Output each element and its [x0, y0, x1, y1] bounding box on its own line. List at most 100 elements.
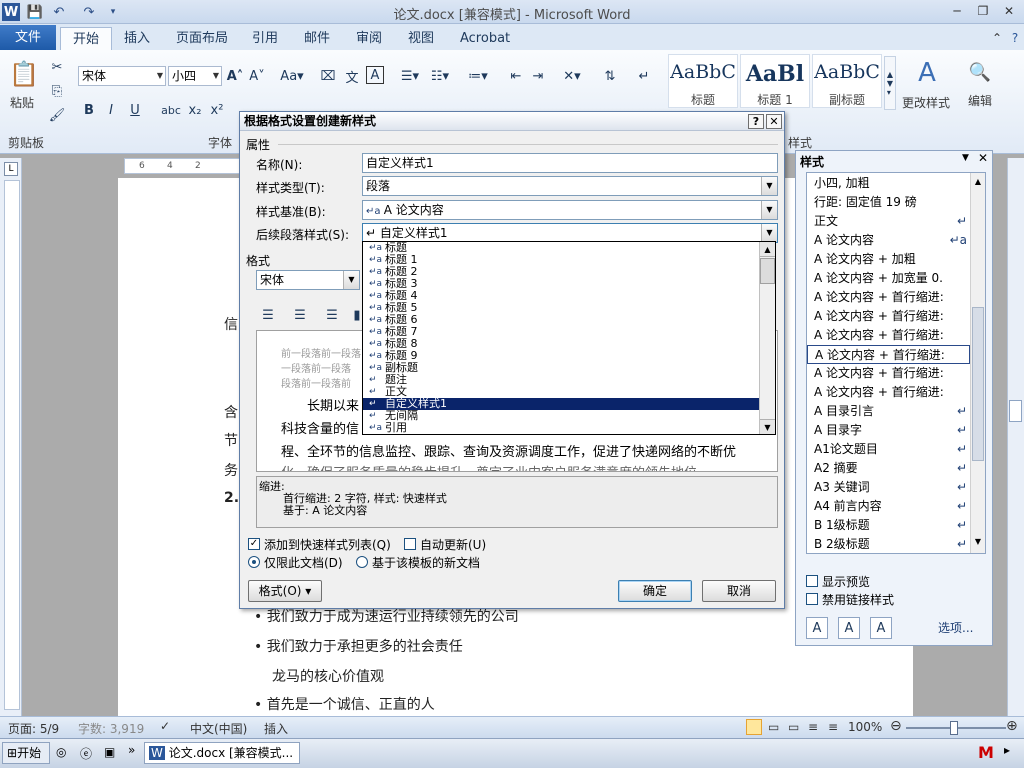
dropdown-item[interactable]: ↵a 标题 9 — [363, 350, 759, 362]
new-documents-row[interactable]: 基于该模板的新文档 — [356, 554, 486, 570]
zoom-out-icon[interactable]: ⊖ — [890, 718, 902, 734]
align-center-icon[interactable]: ☰ — [290, 306, 310, 324]
options-link[interactable]: 选项... — [938, 619, 973, 636]
based-on-select[interactable]: ↵a A 论文内容 ▼ — [362, 200, 778, 220]
multilevel-list-icon[interactable]: ≔▾ — [466, 66, 490, 86]
minimize-icon[interactable]: ─ — [948, 2, 966, 20]
add-quick-style-checkbox[interactable]: ✓ — [248, 538, 260, 550]
help-icon[interactable]: ? — [1006, 29, 1024, 47]
align-right-icon[interactable]: ☰ — [322, 306, 342, 324]
pane-menu-icon[interactable]: ▼ — [962, 153, 969, 163]
phonetic-guide-icon[interactable]: 文 — [342, 66, 362, 86]
word-count[interactable]: 字数: 3,919 — [78, 720, 144, 737]
find-icon[interactable]: 🔍 — [966, 58, 994, 86]
sort-icon[interactable]: ⇅ — [600, 66, 620, 86]
clear-format-icon[interactable]: ⌧ — [318, 66, 338, 86]
styles-scroll-thumb[interactable] — [972, 307, 984, 461]
style-type-select[interactable]: 段落 ▼ — [362, 176, 778, 196]
dropdown-item[interactable]: ↵a 标题 8 — [363, 338, 759, 350]
dropdown-item[interactable]: ↵a 标题 3 — [363, 278, 759, 290]
copy-icon[interactable]: ⎘ — [48, 82, 66, 100]
style-list-item[interactable]: A 论文内容 + 首行缩进: — [807, 288, 970, 307]
language-indicator[interactable]: 中文(中国) — [190, 720, 247, 737]
style-gallery-item[interactable]: AaBbC 副标题 — [812, 54, 882, 108]
style-list-item[interactable]: A 论文内容 + 首行缩进: — [807, 364, 970, 383]
tab-home[interactable]: 开始 — [60, 27, 113, 50]
name-input[interactable]: 自定义样式1 — [362, 153, 778, 173]
restore-icon[interactable]: ❐ — [974, 2, 992, 20]
tab-review[interactable]: 审阅 — [344, 27, 394, 50]
font-name-combo[interactable]: 宋体 ▼ — [78, 66, 166, 86]
style-list-item[interactable]: 小四, 加粗 — [807, 174, 970, 193]
style-list-item[interactable]: A 目录字 ↵ — [807, 421, 970, 440]
scroll-up-icon[interactable]: ▲ — [972, 175, 984, 189]
cut-icon[interactable]: ✂ — [48, 58, 66, 76]
dropdown-item[interactable]: ↵ 自定义样式1 — [363, 398, 759, 410]
dialog-close-button[interactable]: ✕ — [766, 114, 782, 129]
superscript-icon[interactable]: x² — [208, 100, 226, 120]
numbering-icon[interactable]: ☷▾ — [428, 66, 452, 86]
show-marks-icon[interactable]: ↵ — [634, 66, 654, 86]
outline-icon[interactable]: ≡ — [808, 720, 818, 734]
font-size-combo[interactable]: 小四 ▼ — [168, 66, 222, 86]
style-list-item[interactable]: B 1级标题 ↵ — [807, 516, 970, 535]
format-painter-icon[interactable]: 🖌 — [48, 106, 66, 124]
tab-page-layout[interactable]: 页面布局 — [164, 27, 240, 50]
next-style-select[interactable]: ↵ 自定义样式1 ▼ — [362, 223, 778, 243]
dropdown-item[interactable]: ↵ 无间隔 — [363, 410, 759, 422]
tab-insert[interactable]: 插入 — [112, 27, 162, 50]
auto-update-checkbox[interactable] — [404, 538, 416, 550]
tab-mailings[interactable]: 邮件 — [292, 27, 342, 50]
insert-mode[interactable]: 插入 — [264, 720, 288, 737]
add-quick-style-row[interactable]: ✓ 添加到快速样式列表(Q) — [248, 536, 398, 552]
dropdown-item[interactable]: ↵a 标题 2 — [363, 266, 759, 278]
underline-icon[interactable]: U — [126, 100, 144, 120]
bullets-icon[interactable]: ☰▾ — [398, 66, 422, 86]
next-style-dropdown-list[interactable]: ↵a 标题 ↵a 标题 1 ↵a 标题 2 ↵a 标题 3 ↵a 标题 4 ↵a 标题 5 ↵a 标题 6… — [362, 241, 776, 435]
dropdown-item[interactable]: ↵a 引用 — [363, 422, 759, 434]
tab-references[interactable]: 引用 — [240, 27, 290, 50]
scroll-up-icon[interactable]: ▲ — [760, 242, 775, 257]
draft-icon[interactable]: ≡ — [828, 720, 838, 734]
dropdown-item[interactable]: ↵a 标题 4 — [363, 290, 759, 302]
asian-layout-icon[interactable]: ✕▾ — [560, 66, 584, 86]
strikethrough-icon[interactable]: abc — [160, 100, 182, 120]
tab-view[interactable]: 视图 — [396, 27, 446, 50]
taskbar-word-task[interactable]: W 论文.docx [兼容模式... — [144, 742, 300, 764]
styles-list[interactable]: 小四, 加粗 行距: 固定值 19 磅正文 ↵ A 论文内容 ↵a A 论文内容 + 加粗… — [806, 172, 986, 554]
spelling-icon[interactable]: ✓ — [160, 719, 170, 733]
style-list-item[interactable]: 行距: 固定值 19 磅 — [807, 193, 970, 212]
doc-vertical-scrollbar[interactable] — [1007, 158, 1024, 716]
style-list-item[interactable]: A4 前言内容 ↵ — [807, 497, 970, 516]
style-list-item[interactable]: A2 摘要 ↵ — [807, 459, 970, 478]
ribbon-minimize-icon[interactable]: ⌃ — [988, 29, 1006, 47]
style-list-item[interactable]: A 论文内容 + 首行缩进: — [807, 307, 970, 326]
paste-icon[interactable]: 📋 — [8, 56, 40, 92]
zoom-level[interactable]: 100% — [848, 720, 882, 734]
style-inspector-icon[interactable]: A — [838, 617, 860, 639]
more-icon[interactable]: » — [128, 743, 135, 757]
browser-icon[interactable]: ⓔ — [80, 745, 92, 762]
char-border-icon[interactable]: A — [366, 66, 384, 84]
tray-arrow-icon[interactable]: ▸ — [1004, 743, 1010, 757]
start-button[interactable]: ⊞开始 — [2, 742, 50, 764]
manage-styles-icon[interactable]: A — [870, 617, 892, 639]
dropdown-item[interactable]: ↵a 副标题 — [363, 362, 759, 374]
style-list-item[interactable]: A 论文内容 ↵a — [807, 231, 970, 250]
bold-icon[interactable]: B — [80, 100, 98, 120]
justify-icon[interactable]: ▮ — [352, 306, 362, 324]
dialog-font-select[interactable]: 宋体 ▼ — [256, 270, 360, 290]
cancel-button[interactable]: 取消 — [702, 580, 776, 602]
style-list-item[interactable]: A 论文内容 + 首行缩进: — [807, 383, 970, 402]
show-preview-checkbox[interactable] — [806, 575, 818, 587]
dropdown-item[interactable]: ↵a 标题 — [363, 242, 759, 254]
dropdown-scroll-thumb[interactable] — [760, 258, 775, 284]
format-menu-button[interactable]: 格式(O) ▾ — [248, 580, 322, 602]
align-left-icon[interactable]: ☰ — [258, 306, 278, 324]
shrink-font-icon[interactable]: A˅ — [248, 66, 266, 86]
this-document-radio[interactable] — [248, 556, 260, 568]
styles-list-scrollbar[interactable]: ▲ ▼ — [970, 173, 985, 553]
dropdown-item[interactable]: ↵a 标题 6 — [363, 314, 759, 326]
disable-linked-checkbox[interactable] — [806, 593, 818, 605]
gallery-scroll[interactable]: ▲ ▼ ▾ — [884, 56, 896, 110]
